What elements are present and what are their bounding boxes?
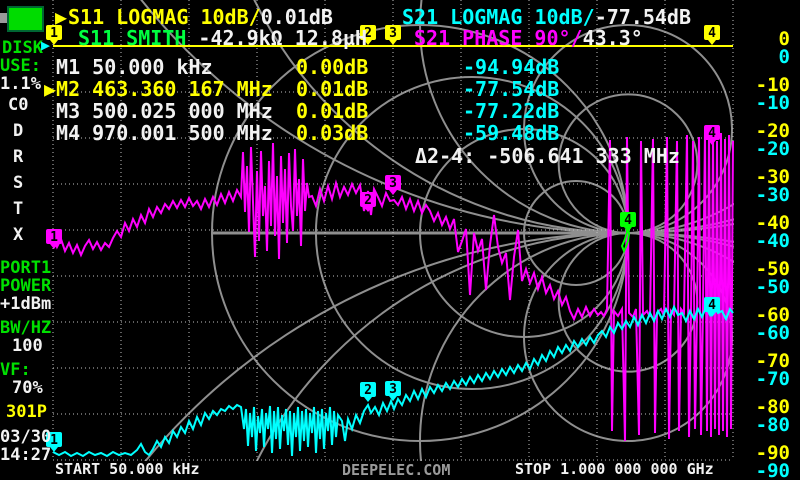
svg-text:1: 1 xyxy=(50,433,58,448)
stop-frequency-label[interactable]: STOP 1.000 000 000 GHz xyxy=(515,462,714,477)
trace4-value: 43.3° xyxy=(583,26,643,50)
sweep-position-arrow-icon: ▶ xyxy=(41,38,50,53)
marker-row-4: M4 970.001 500 MHz 0.03dB -59.48dB xyxy=(44,123,273,143)
trace2-status[interactable]: S21 LOGMAG 10dB/-77.54dB xyxy=(402,7,691,27)
svg-text:4: 4 xyxy=(708,298,716,313)
battery-level xyxy=(7,6,44,32)
port-label: PORT1 xyxy=(0,260,51,277)
trace3-value: -42.9kΩ 12.8µH xyxy=(198,26,367,50)
marker-4-s21-value: -59.48dB xyxy=(463,123,559,143)
start-frequency-label[interactable]: START 50.000 kHz xyxy=(55,462,200,477)
battery-icon xyxy=(0,6,44,30)
s21_logmag-marker-2[interactable]: 2 xyxy=(360,382,376,402)
cal-status-t: T xyxy=(13,201,23,218)
s21_logmag-marker-3[interactable]: 3 xyxy=(385,381,401,401)
s21-scale-label: -10 xyxy=(730,94,790,113)
cal-status-r: R xyxy=(13,149,23,166)
s11_logmag-marker-4[interactable]: 4 xyxy=(704,25,720,45)
disk-use-label: USE: xyxy=(0,58,41,75)
marker-row-2-active: ▶M2 463.360 167 MHz 0.01dB -77.54dB xyxy=(44,79,273,99)
s11_logmag-marker-3[interactable]: 3 xyxy=(385,25,401,45)
power-label: POWER xyxy=(0,278,51,295)
s21-scale-label: -70 xyxy=(730,370,790,389)
s21-scale-label: -40 xyxy=(730,232,790,251)
battery-cap xyxy=(0,13,7,23)
brand-label: DEEPELEC.COM xyxy=(342,463,450,478)
marker-1-s21-value: -94.94dB xyxy=(463,57,559,77)
s21-scale-label: -20 xyxy=(730,140,790,159)
s21-scale-label: -60 xyxy=(730,324,790,343)
delta-marker-readout: Δ2-4: -506.641 333 MHz xyxy=(415,146,680,166)
marker-1-freq: M1 50.000 kHz xyxy=(44,55,213,79)
date-value: 03/30 xyxy=(0,429,51,446)
marker-2-s21-value: -77.54dB xyxy=(463,79,559,99)
svg-text:4: 4 xyxy=(708,126,716,141)
disk-label: DISK xyxy=(2,40,43,57)
svg-text:3: 3 xyxy=(389,176,397,191)
s21_phase-marker-2[interactable]: 2 xyxy=(360,192,376,212)
sweep-points-value: 301P xyxy=(6,404,47,421)
s21_phase-marker-3[interactable]: 3 xyxy=(385,175,401,195)
s21-scale-label: 0 xyxy=(730,48,790,67)
svg-text:4: 4 xyxy=(708,26,716,41)
time-value: 14:27 xyxy=(0,447,51,464)
bandwidth-label: BW/HZ xyxy=(0,320,51,337)
marker-1-s11-value: 0.00dB xyxy=(296,57,368,77)
active-trace-arrow: ▶ xyxy=(55,7,67,27)
cal-status-c0: C0 xyxy=(8,97,28,114)
vf-value: 70% xyxy=(12,380,43,397)
marker-row-3: M3 500.025 000 MHz 0.01dB -77.22dB xyxy=(44,101,273,121)
cal-status-x: X xyxy=(13,227,23,244)
s21-scale-label: -80 xyxy=(730,416,790,435)
cal-status-s: S xyxy=(13,175,23,192)
s21-scale-label: -90 xyxy=(730,462,790,480)
svg-text:3: 3 xyxy=(389,382,397,397)
disk-use-value: 1.1% xyxy=(0,76,41,93)
svg-text:3: 3 xyxy=(389,26,397,41)
marker-row-1: M1 50.000 kHz 0.00dB -94.94dB xyxy=(44,57,213,77)
marker-3-s11-value: 0.01dB xyxy=(296,101,368,121)
trace3-status[interactable]: S11 SMITH -42.9kΩ 12.8µH xyxy=(78,28,367,48)
trace4-status[interactable]: S21 PHASE 90°/43.3° xyxy=(414,28,643,48)
trace3-name: S11 SMITH xyxy=(78,26,198,50)
marker-2-s11-value: 0.01dB xyxy=(296,79,368,99)
svg-text:1: 1 xyxy=(50,230,58,245)
s21-scale-label: -50 xyxy=(730,278,790,297)
vf-label: VF: xyxy=(0,362,31,379)
svg-text:2: 2 xyxy=(364,193,372,208)
s11_smith-marker-4[interactable]: 4 xyxy=(620,212,636,232)
svg-text:2: 2 xyxy=(364,383,372,398)
marker-3-freq: M3 500.025 000 MHz xyxy=(44,99,273,123)
trace1-status[interactable]: S11 LOGMAG 10dB/0.01dB xyxy=(68,7,333,27)
marker-3-s21-value: -77.22dB xyxy=(463,101,559,121)
vna-screen: 1234123412344 ▶ S11 LOGMAG 10dB/0.01dB S… xyxy=(0,0,800,480)
marker-4-freq: M4 970.001 500 MHz xyxy=(44,121,273,145)
s21_phase-marker-1[interactable]: 1 xyxy=(46,229,62,249)
trace4-name: S21 PHASE 90°/ xyxy=(414,26,583,50)
bandwidth-value: 100 xyxy=(12,338,43,355)
marker-2-freq: ▶M2 463.360 167 MHz xyxy=(44,77,273,101)
s21-scale-label: -30 xyxy=(730,186,790,205)
marker-4-s11-value: 0.03dB xyxy=(296,123,368,143)
svg-text:4: 4 xyxy=(624,213,632,228)
power-value: +1dBm xyxy=(0,296,51,313)
cal-status-d: D xyxy=(13,123,23,140)
